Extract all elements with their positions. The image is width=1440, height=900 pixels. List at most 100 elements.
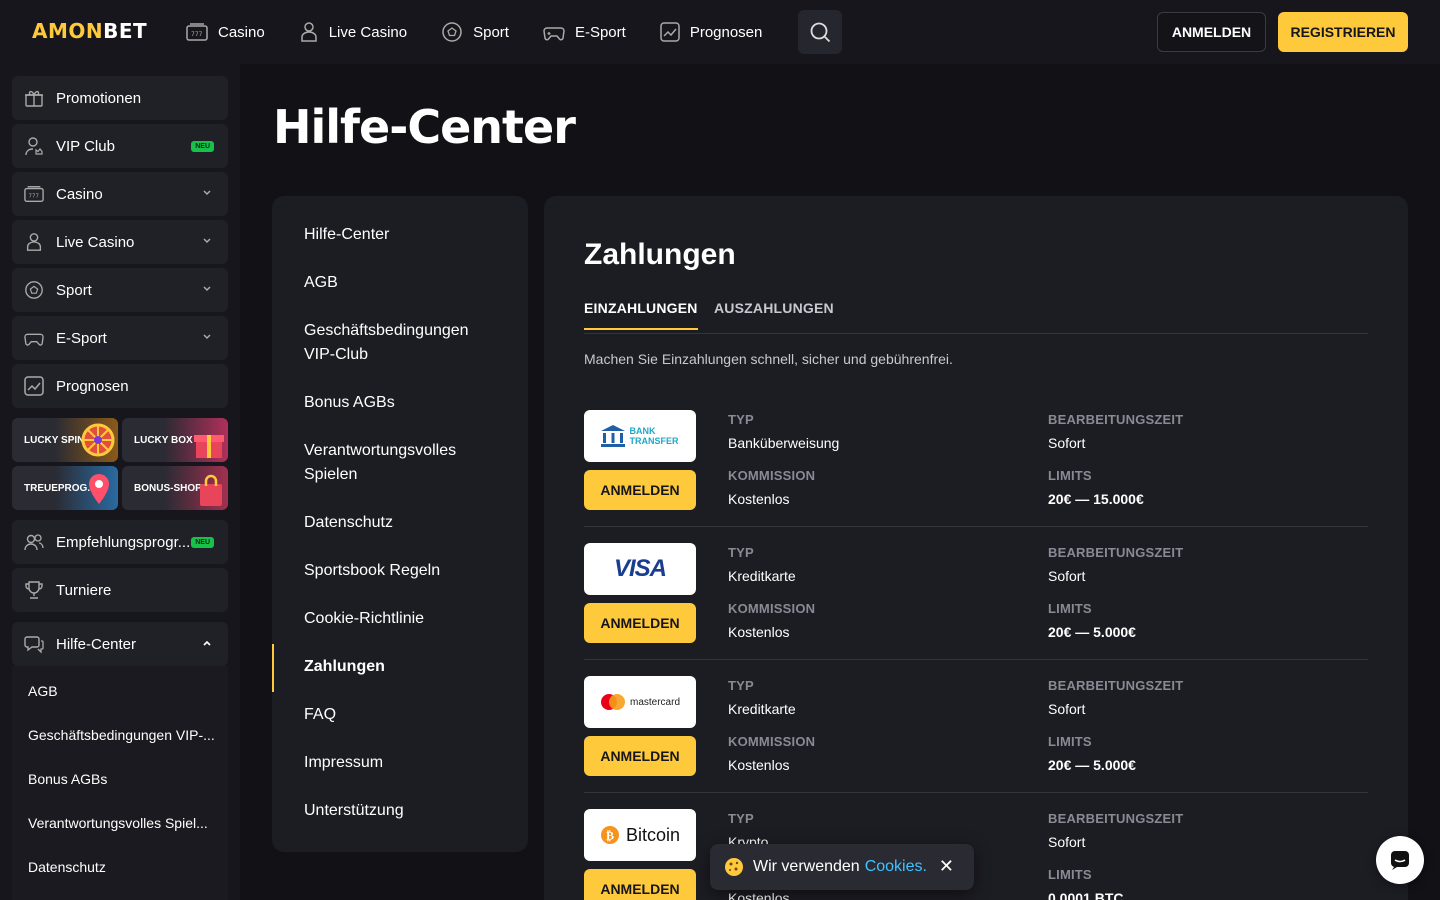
payment-login-button[interactable]: ANMELDEN	[584, 603, 696, 643]
type-label: TYP	[728, 678, 754, 693]
sidebar-item-label: VIP Club	[56, 137, 115, 155]
promo-lucky-box[interactable]: LUCKY BOX	[122, 418, 228, 462]
help-link[interactable]: FAQ	[304, 703, 504, 727]
nav-casino[interactable]: 777 Casino	[186, 0, 282, 64]
nav-label: Casino	[218, 23, 265, 41]
help-link[interactable]: Geschäftsbedingungen VIP-Club	[304, 319, 484, 367]
tab-einzahlungen[interactable]: EINZAHLUNGEN	[584, 300, 698, 330]
new-badge: NEU	[191, 537, 214, 548]
gift-icon	[25, 90, 43, 107]
logo[interactable]: AMONBET	[32, 19, 147, 43]
logo-text: mastercard	[629, 696, 680, 708]
chart-icon	[24, 376, 44, 396]
sidebar-item-esport[interactable]: E-Sport	[12, 316, 228, 360]
sidebar-item-label: Casino	[56, 185, 103, 203]
sidebar-item-promotionen[interactable]: Promotionen	[12, 76, 228, 120]
help-link[interactable]: Impressum	[304, 751, 504, 775]
submenu-item[interactable]: Geschäftsbedingungen VIP-...	[28, 727, 218, 743]
sidebar-item-prognosen[interactable]: Prognosen	[12, 364, 228, 408]
svg-text:777: 777	[29, 194, 39, 200]
promo-treueprogramm[interactable]: TREUEPROG.	[12, 466, 118, 510]
cookie-text: Wir verwenden	[753, 858, 860, 875]
help-link[interactable]: Verantwortungsvolles Spielen	[304, 439, 474, 487]
sidebar-item-sport[interactable]: Sport	[12, 268, 228, 312]
processing-label: BEARBEITUNGSZEIT	[1048, 545, 1184, 560]
cookie-icon	[725, 858, 743, 876]
sidebar-item-hilfe-center[interactable]: Hilfe-Center	[12, 622, 228, 666]
bitcoin-icon: ₿	[600, 826, 619, 844]
commission-value: Kostenlos	[728, 491, 790, 507]
map-pin-icon	[89, 474, 109, 504]
sidebar-item-casino[interactable]: 777 Casino	[12, 172, 228, 216]
sidebar-item-referral[interactable]: Empfehlungsprogr... NEU	[12, 520, 228, 564]
sidebar-item-live-casino[interactable]: Live Casino	[12, 220, 228, 264]
sidebar-item-turniere[interactable]: Turniere	[12, 568, 228, 612]
cookie-link[interactable]: Cookies.	[865, 858, 927, 876]
payment-login-button[interactable]: ANMELDEN	[584, 736, 696, 776]
sidebar-item-label: E-Sport	[56, 329, 107, 347]
shopping-bag-icon	[200, 474, 222, 506]
help-link[interactable]: Hilfe-Center	[304, 223, 504, 247]
nav-esport[interactable]: E-Sport	[543, 0, 643, 64]
promo-bonus-shop[interactable]: BONUS-SHOP	[122, 466, 228, 510]
type-label: TYP	[728, 545, 754, 560]
help-link-active[interactable]: Zahlungen	[304, 655, 504, 679]
help-link[interactable]: Bonus AGBs	[304, 391, 504, 415]
chevron-down-icon	[203, 238, 211, 244]
help-link[interactable]: AGB	[304, 271, 504, 295]
sidebar-item-vip-club[interactable]: VIP Club NEU	[12, 124, 228, 168]
active-indicator	[272, 644, 274, 692]
processing-label: BEARBEITUNGSZEIT	[1048, 811, 1184, 826]
limits-label: LIMITS	[1048, 734, 1092, 749]
help-link[interactable]: Sportsbook Regeln	[304, 559, 504, 583]
nav-live-casino[interactable]: Live Casino	[299, 0, 424, 64]
search-icon	[810, 22, 831, 43]
payment-login-button[interactable]: ANMELDEN	[584, 470, 696, 510]
nav-prognosen[interactable]: Prognosen	[660, 0, 780, 64]
payment-login-button[interactable]: ANMELDEN	[584, 869, 696, 900]
help-link[interactable]: Cookie-Richtlinie	[304, 607, 504, 631]
limits-label: LIMITS	[1048, 867, 1092, 882]
nav-label: Live Casino	[328, 23, 408, 41]
nav-label: Prognosen	[689, 23, 763, 41]
bank-transfer-logo: BANK TRANSFER	[584, 410, 696, 462]
payment-row: BANK TRANSFER ANMELDEN TYP Banküberweisu…	[584, 394, 1368, 527]
promo-label: LUCKY SPIN	[24, 434, 85, 446]
register-button[interactable]: REGISTRIEREN	[1278, 12, 1408, 52]
commission-value: Kostenlos	[728, 624, 790, 640]
type-value: Kreditkarte	[728, 568, 796, 584]
payment-tabs: EINZAHLUNGEN AUSZAHLUNGEN	[584, 300, 1368, 334]
tab-auszahlungen[interactable]: AUSZAHLUNGEN	[714, 300, 834, 316]
chevron-down-icon	[203, 190, 211, 196]
submenu-item[interactable]: Verantwortungsvolles Spiel...	[28, 815, 218, 831]
promo-label: BONUS-SHOP	[134, 482, 202, 494]
chat-button[interactable]	[1376, 836, 1424, 884]
submenu-item[interactable]: Bonus AGBs	[28, 771, 218, 787]
promo-label: TREUEPROG.	[24, 482, 91, 494]
processing-value: Sofort	[1048, 701, 1086, 717]
sidebar-item-label: Sport	[56, 281, 92, 299]
commission-value: Kostenlos	[728, 757, 790, 773]
processing-label: BEARBEITUNGSZEIT	[1048, 678, 1184, 693]
chevron-down-icon	[203, 334, 211, 340]
logo-text-accent: BET	[103, 19, 148, 43]
close-icon[interactable]: ✕	[939, 856, 954, 877]
soccer-ball-icon	[442, 22, 462, 42]
help-link[interactable]: Datenschutz	[304, 511, 504, 535]
svg-text:777: 777	[191, 31, 203, 38]
limits-value: 20€ — 5.000€	[1048, 757, 1136, 773]
top-bar: AMONBET 777 Casino Live Casino Sport E-S…	[0, 0, 1440, 64]
login-button[interactable]: ANMELDEN	[1157, 12, 1266, 52]
commission-label: KOMMISSION	[728, 601, 816, 616]
slot-machine-icon: 777	[24, 186, 44, 202]
promo-lucky-spin[interactable]: LUCKY SPIN	[12, 418, 118, 462]
submenu-item[interactable]: AGB	[28, 683, 218, 699]
type-value: Kreditkarte	[728, 701, 796, 717]
search-button[interactable]	[798, 10, 843, 54]
chart-icon	[660, 22, 680, 42]
nav-sport[interactable]: Sport	[441, 0, 526, 64]
section-title: Zahlungen	[584, 238, 736, 271]
help-link[interactable]: Unterstützung	[304, 799, 504, 823]
commission-label: KOMMISSION	[728, 734, 816, 749]
submenu-item[interactable]: Datenschutz	[28, 859, 218, 875]
